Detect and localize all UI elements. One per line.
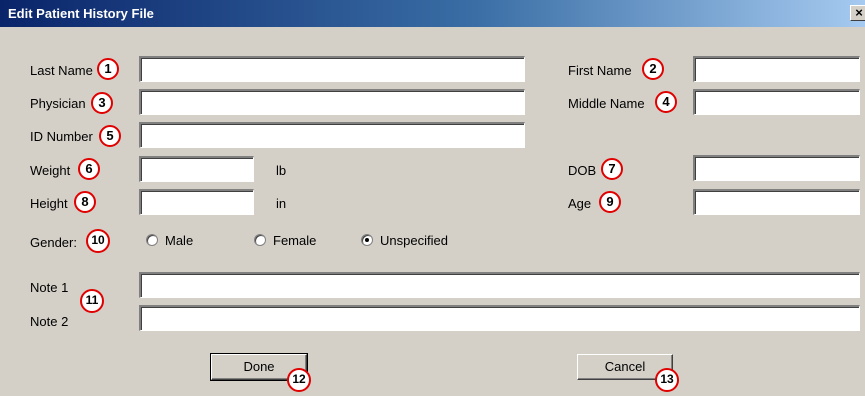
female-radio[interactable]	[254, 234, 266, 246]
weight-label: Weight	[30, 163, 71, 178]
age-label: Age	[568, 196, 592, 211]
callout-11: 11	[80, 289, 104, 313]
callout-3: 3	[91, 92, 113, 114]
callout-10: 10	[86, 229, 110, 253]
id-number-field[interactable]	[139, 122, 525, 148]
male-radio-label: Male	[165, 233, 194, 248]
middle-name-field[interactable]	[693, 89, 860, 115]
weight-unit: lb	[276, 163, 287, 178]
callout-2: 2	[642, 58, 664, 80]
physician-label: Physician	[30, 96, 86, 111]
callout-5: 5	[99, 125, 121, 147]
first-name-field[interactable]	[693, 56, 860, 82]
note2-field[interactable]	[139, 305, 860, 331]
gender-label: Gender:	[30, 235, 77, 250]
height-label: Height	[30, 196, 68, 211]
note2-label: Note 2	[30, 314, 69, 329]
callout-6: 6	[78, 158, 100, 180]
edit-patient-dialog: Edit Patient History File × Last Name 1 …	[0, 0, 865, 396]
id-number-label: ID Number	[30, 129, 93, 144]
weight-field[interactable]	[139, 156, 254, 182]
callout-12: 12	[287, 368, 311, 392]
title-bar[interactable]: Edit Patient History File ×	[0, 0, 865, 27]
unspecified-radio[interactable]	[361, 234, 373, 246]
dob-label: DOB	[568, 163, 597, 178]
physician-field[interactable]	[139, 89, 525, 115]
first-name-label: First Name	[568, 63, 632, 78]
dob-field[interactable]	[693, 155, 860, 181]
male-radio[interactable]	[146, 234, 158, 246]
callout-4: 4	[655, 91, 677, 113]
last-name-field[interactable]	[139, 56, 525, 82]
close-icon: ×	[855, 5, 863, 20]
height-field[interactable]	[139, 189, 254, 215]
unspecified-radio-label: Unspecified	[380, 233, 448, 248]
note1-field[interactable]	[139, 272, 860, 298]
height-unit: in	[276, 196, 287, 211]
note1-label: Note 1	[30, 280, 69, 295]
callout-7: 7	[601, 158, 623, 180]
last-name-label: Last Name	[30, 63, 93, 78]
callout-1: 1	[97, 58, 119, 80]
callout-9: 9	[599, 191, 621, 213]
age-field[interactable]	[693, 189, 860, 215]
female-radio-label: Female	[273, 233, 317, 248]
window-title: Edit Patient History File	[8, 6, 154, 21]
close-button[interactable]: ×	[850, 5, 865, 21]
middle-name-label: Middle Name	[568, 96, 645, 111]
callout-8: 8	[74, 191, 96, 213]
callout-13: 13	[655, 368, 679, 392]
